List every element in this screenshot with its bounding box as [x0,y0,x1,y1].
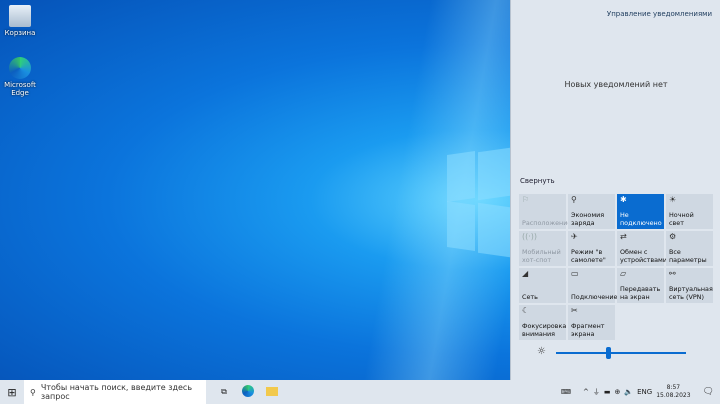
tile-icon: ⇄ [620,232,627,241]
windows-logo-pane [447,151,475,202]
keyboard-icon[interactable]: ⌨ [561,388,571,396]
tile-icon: ✈ [571,232,578,241]
tile-label: Передавать на экран [620,285,661,301]
windows-logo-pane [478,147,510,201]
tile-label: Расположение [522,218,572,227]
tile-icon: ✂ [571,306,578,315]
quick-action-tile[interactable]: ((·)) Мобильный хот-спот [519,231,566,266]
chevron-up-icon[interactable]: ^ [583,388,589,396]
tile-label: Не подключено [620,211,662,227]
quick-action-tile[interactable]: ◢ Сеть [519,268,566,303]
clock-time: 8:57 [666,384,681,391]
quick-action-tile[interactable]: ☀ Ночной свет [666,194,713,229]
quick-action-tile[interactable]: ⚐ Расположение [519,194,572,229]
desktop-icon-edge[interactable]: Microsoft Edge [3,57,37,97]
search-icon: ⚲ [30,387,36,397]
quick-action-tile[interactable]: ⚯ Виртуальная сеть (VPN) [666,268,713,303]
brightness-icon: ☼ [537,346,546,357]
desktop-icon-recycle-bin[interactable]: Корзина [3,5,37,37]
network-icon[interactable]: ⊕ [615,388,621,396]
tile-label: Фокусировка внимания [522,322,567,338]
tile-icon: ((·)) [522,232,538,241]
tile-label: Обмен с устройствами [620,248,668,264]
tile-icon: ▱ [620,269,627,278]
tile-label: Фрагмент экрана [571,322,605,338]
quick-action-tile[interactable]: ⚲ Экономия заряда [568,194,615,229]
clock[interactable]: 8:57 15.08.2023 [656,384,690,400]
notification-center-icon[interactable]: 🗨 [703,387,714,397]
brightness-slider[interactable] [556,352,686,354]
windows-logo-pane [447,201,475,251]
tile-icon: ☀ [669,195,677,204]
volume-icon[interactable]: 🔈 [624,388,633,396]
recycle-bin-icon [9,5,31,27]
tile-icon: ▭ [571,269,579,278]
file-explorer-icon[interactable] [260,386,284,398]
quick-action-tile[interactable]: ☾ Фокусировка внимания [519,305,566,340]
tile-label: Мобильный хот-спот [522,248,561,264]
quick-action-tile[interactable]: ⇄ Обмен с устройствами [617,231,668,266]
tile-icon: ⚲ [571,195,577,204]
tile-icon: ✱ [620,195,627,204]
tile-icon: ⚯ [669,269,676,278]
task-view-icon[interactable]: ⧉ [212,387,236,397]
clock-date: 15.08.2023 [656,392,691,399]
usb-icon[interactable]: ⏚ [593,387,600,397]
quick-action-tile[interactable]: ▭ Подключение [568,268,618,303]
taskbar: ⊞ ⚲ Чтобы начать поиск, введите здесь за… [0,380,720,404]
tile-label: Подключение [571,292,618,301]
edge-taskbar-icon[interactable] [236,385,260,399]
tile-label: Экономия заряда [571,211,605,227]
start-button[interactable]: ⊞ [0,386,24,399]
tile-label: Виртуальная сеть (VPN) [669,285,713,301]
search-placeholder: Чтобы начать поиск, введите здесь запрос [40,383,193,401]
tile-icon: ⚐ [522,195,530,204]
manage-notifications-link[interactable]: Управление уведомлениями [607,10,712,18]
collapse-button[interactable]: Свернуть [520,177,555,185]
language-indicator[interactable]: ENG [637,388,652,396]
quick-action-tile[interactable]: ✈ Режим "в самолете" [568,231,615,266]
battery-icon[interactable]: ▬ [604,388,611,396]
tile-label: Ночной свет [669,211,694,227]
quick-action-tile[interactable]: ▱ Передавать на экран [617,268,664,303]
tile-label: Режим "в самолете" [571,248,606,264]
quick-action-tile[interactable]: ✱ Не подключено [617,194,664,229]
tile-icon: ⚙ [669,232,677,241]
action-center: Управление уведомлениями Новых уведомлен… [510,0,720,380]
tile-label: Все параметры [669,248,707,264]
tile-label: Сеть [522,292,538,301]
windows-logo-pane [478,202,510,258]
edge-icon [9,57,31,79]
no-notifications-text: Новых уведомлений нет [564,80,668,89]
search-box[interactable]: ⚲ Чтобы начать поиск, введите здесь запр… [24,380,206,404]
brightness-slider-thumb[interactable] [606,347,611,359]
tile-icon: ☾ [522,306,530,315]
quick-action-tile[interactable]: ✂ Фрагмент экрана [568,305,615,340]
tile-icon: ◢ [522,269,529,278]
system-tray: ⌨ ^ ⏚ ▬ ⊕ 🔈 ENG 8:57 15.08.2023 🗨 [561,380,720,404]
desktop-icon-label: Корзина [4,29,36,37]
desktop-icon-label: Microsoft Edge [4,81,36,97]
quick-action-tile[interactable]: ⚙ Все параметры [666,231,713,266]
